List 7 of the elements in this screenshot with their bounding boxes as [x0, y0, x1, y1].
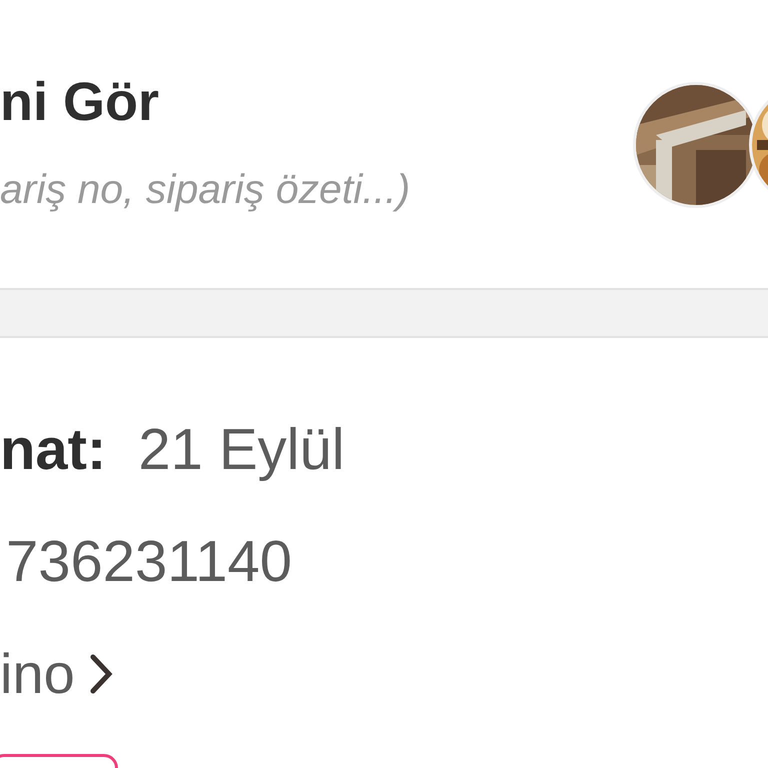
order-number: 736231140 — [5, 530, 294, 594]
page-title: ni Gör — [0, 72, 160, 132]
subtitle: ariş no, sipariş özeti...) — [0, 165, 410, 214]
chevron-icon — [88, 653, 113, 695]
date-value: 21 Eylül — [138, 418, 345, 482]
date-label: nat: — [0, 418, 106, 482]
detail-link[interactable]: ino — [0, 642, 768, 706]
